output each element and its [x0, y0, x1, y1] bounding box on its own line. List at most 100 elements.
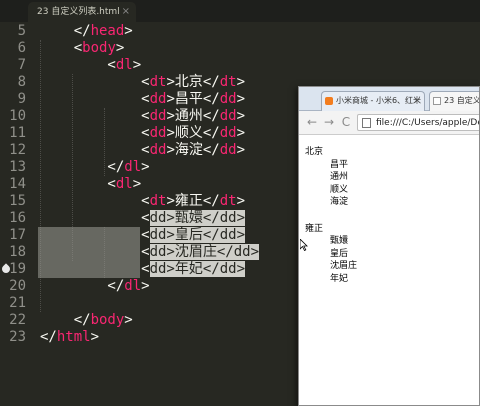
mouse-cursor-icon	[300, 239, 308, 251]
line-number: 5	[17, 23, 26, 39]
code-token: <	[40, 125, 150, 141]
code-token: <	[40, 261, 150, 277]
code-text: </dl>	[40, 159, 150, 176]
address-bar[interactable]: file:///C:/Users/apple/De	[357, 114, 480, 131]
code-token: <	[40, 142, 150, 158]
address-url: file:///C:/Users/apple/De	[376, 118, 480, 128]
tag-name: dd	[219, 142, 237, 158]
definition-description: 顺义	[330, 184, 349, 195]
browser-tab-strip: 小米商城 - 小米6、红米 × 23 自定义	[299, 87, 480, 111]
code-token: >	[124, 312, 133, 328]
code-token: >海淀</	[166, 142, 220, 158]
line-number: 11	[9, 125, 26, 141]
code-text: <dt>北京</dt>	[40, 74, 245, 91]
editor-tab-title: 23 自定义列表.html	[37, 7, 120, 17]
back-arrow-icon[interactable]: ←	[305, 115, 319, 129]
code-token: >	[132, 57, 142, 73]
code-text: <dt>雍正</dt>	[40, 193, 245, 210]
definition-description: 年妃	[330, 273, 349, 284]
browser-tab-close-icon[interactable]: ×	[413, 92, 421, 110]
browser-tab-xiaomi[interactable]: 小米商城 - 小米6、红米 ×	[321, 91, 425, 111]
code-token: <	[40, 193, 150, 209]
tag-name: dt	[149, 193, 167, 209]
line-number: 18	[9, 244, 26, 260]
code-token: >	[132, 176, 142, 192]
code-text: </dl>	[40, 278, 149, 295]
xiaomi-favicon-icon	[325, 97, 333, 105]
selected-text: dd>皇后</dd>	[149, 227, 246, 243]
tag-name: html	[56, 329, 91, 345]
definition-description: 皇后	[330, 248, 349, 259]
code-text: <dd>海淀</dd>	[40, 142, 245, 159]
code-text: <body>	[40, 40, 125, 57]
tag-name: dl	[115, 57, 133, 73]
browser-tab-current[interactable]: 23 自定义	[429, 91, 480, 111]
line-number: 7	[17, 57, 26, 73]
code-token: >	[236, 108, 246, 124]
code-text: <dd>皇后</dd>	[40, 227, 246, 244]
code-text: <dd>通州</dd>	[40, 108, 245, 125]
tag-name: body	[82, 40, 116, 56]
code-text: <dl>	[40, 176, 141, 193]
tab-close-icon[interactable]: ×	[122, 2, 130, 22]
tag-name: dd	[149, 108, 167, 124]
code-token: >	[236, 91, 246, 107]
tag-name: dd	[219, 125, 237, 141]
line-number: 15	[9, 193, 26, 209]
code-line: 7 <dl>	[0, 57, 480, 74]
tag-name: dl	[115, 176, 133, 192]
code-token: >	[124, 23, 133, 39]
tag-name: dd	[149, 142, 167, 158]
code-token: >	[236, 125, 246, 141]
code-token: <	[40, 40, 83, 56]
selected-text: dd>沈眉庄</dd>	[149, 244, 260, 260]
browser-window: 小米商城 - 小米6、红米 × 23 自定义 ← → C file:///C:/…	[298, 86, 480, 406]
forward-arrow-icon[interactable]: →	[322, 115, 336, 129]
code-text: <dd>年妃</dd>	[40, 261, 246, 278]
code-token: >通州</	[166, 108, 220, 124]
definition-description: 沈眉庄	[330, 261, 358, 271]
tag-name: dl	[124, 159, 142, 175]
line-number: 20	[9, 278, 26, 294]
code-token: >	[141, 159, 150, 175]
definition-description: 通州	[330, 172, 349, 182]
code-text: </body>	[40, 312, 133, 329]
page-favicon-icon	[433, 97, 441, 105]
reload-icon[interactable]: C	[339, 115, 353, 129]
browser-tab-title: 小米商城 - 小米6、红米	[336, 96, 422, 105]
line-number: 17	[9, 227, 26, 243]
code-token: <	[40, 210, 150, 226]
code-token: <	[40, 57, 116, 73]
code-token: >	[115, 40, 125, 56]
code-text: <dl>	[40, 57, 141, 74]
code-token: </	[40, 312, 91, 328]
code-token: >	[236, 74, 246, 90]
code-token: </	[40, 329, 57, 345]
browser-tab-title: 23 自定义	[444, 96, 480, 105]
definition-description: 海淀	[330, 197, 349, 207]
code-token: >雍正</	[166, 193, 220, 209]
code-text: <dd>沈眉庄</dd>	[40, 244, 260, 261]
selected-text: dd>甄嬛</dd>	[149, 210, 246, 226]
code-line: 5 </head>	[0, 23, 480, 40]
code-token: <	[40, 74, 150, 90]
line-number: 21	[9, 295, 26, 311]
line-number: 23	[9, 329, 26, 345]
tag-name: dt	[219, 193, 237, 209]
browser-toolbar: ← → C file:///C:/Users/apple/De	[299, 111, 480, 135]
file-icon	[362, 118, 371, 128]
code-line: 6 <body>	[0, 40, 480, 57]
line-number: 6	[17, 40, 26, 56]
tag-name: dl	[124, 278, 142, 294]
code-token: </	[40, 159, 125, 175]
definition-description: 甄嬛	[330, 236, 349, 246]
code-text: </html>	[40, 329, 99, 346]
line-number: 14	[9, 176, 26, 192]
code-token: <	[40, 108, 150, 124]
code-token: <	[40, 244, 150, 260]
editor-tab[interactable]: 23 自定义列表.html ×	[28, 2, 136, 22]
tag-name: body	[90, 312, 125, 328]
tag-name: dd	[219, 108, 237, 124]
code-text: </head>	[40, 23, 133, 40]
tag-name: dd	[219, 91, 237, 107]
